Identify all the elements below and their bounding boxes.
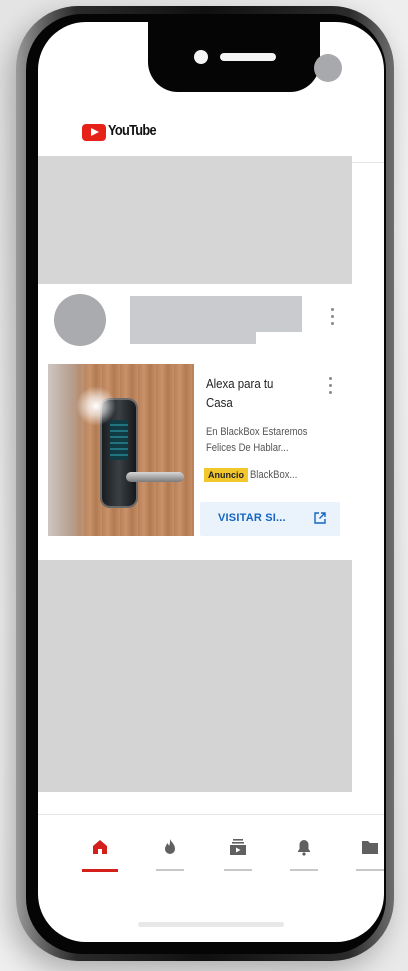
speaker-grille xyxy=(220,53,276,61)
ad-thumbnail[interactable] xyxy=(48,364,194,536)
account-avatar[interactable] xyxy=(314,54,342,82)
visit-site-button[interactable]: VISITAR SI... xyxy=(200,502,340,536)
external-link-icon xyxy=(314,512,326,524)
channel-avatar-placeholder[interactable] xyxy=(54,294,106,346)
video-placeholder xyxy=(38,560,352,792)
channel-subtitle-placeholder xyxy=(130,332,256,344)
ad-advertiser: BlackBox... xyxy=(250,469,298,481)
ad-title[interactable]: Alexa para tu Casa xyxy=(206,374,303,412)
app-header: YouTube xyxy=(38,102,384,163)
front-camera-icon xyxy=(194,50,208,64)
more-options-icon[interactable] xyxy=(328,308,336,325)
ad-badge: Anuncio xyxy=(204,468,248,482)
youtube-logo-icon[interactable] xyxy=(82,124,106,141)
visit-site-label: VISITAR SI... xyxy=(218,512,286,524)
ad-more-options-icon[interactable] xyxy=(326,377,334,394)
banner-placeholder xyxy=(38,156,352,284)
youtube-logo-text[interactable]: YouTube xyxy=(108,122,157,139)
notch xyxy=(148,22,320,92)
ad-description: En BlackBox Estaremos Felices De Hablar.… xyxy=(206,426,308,454)
channel-title-placeholder xyxy=(130,296,302,332)
